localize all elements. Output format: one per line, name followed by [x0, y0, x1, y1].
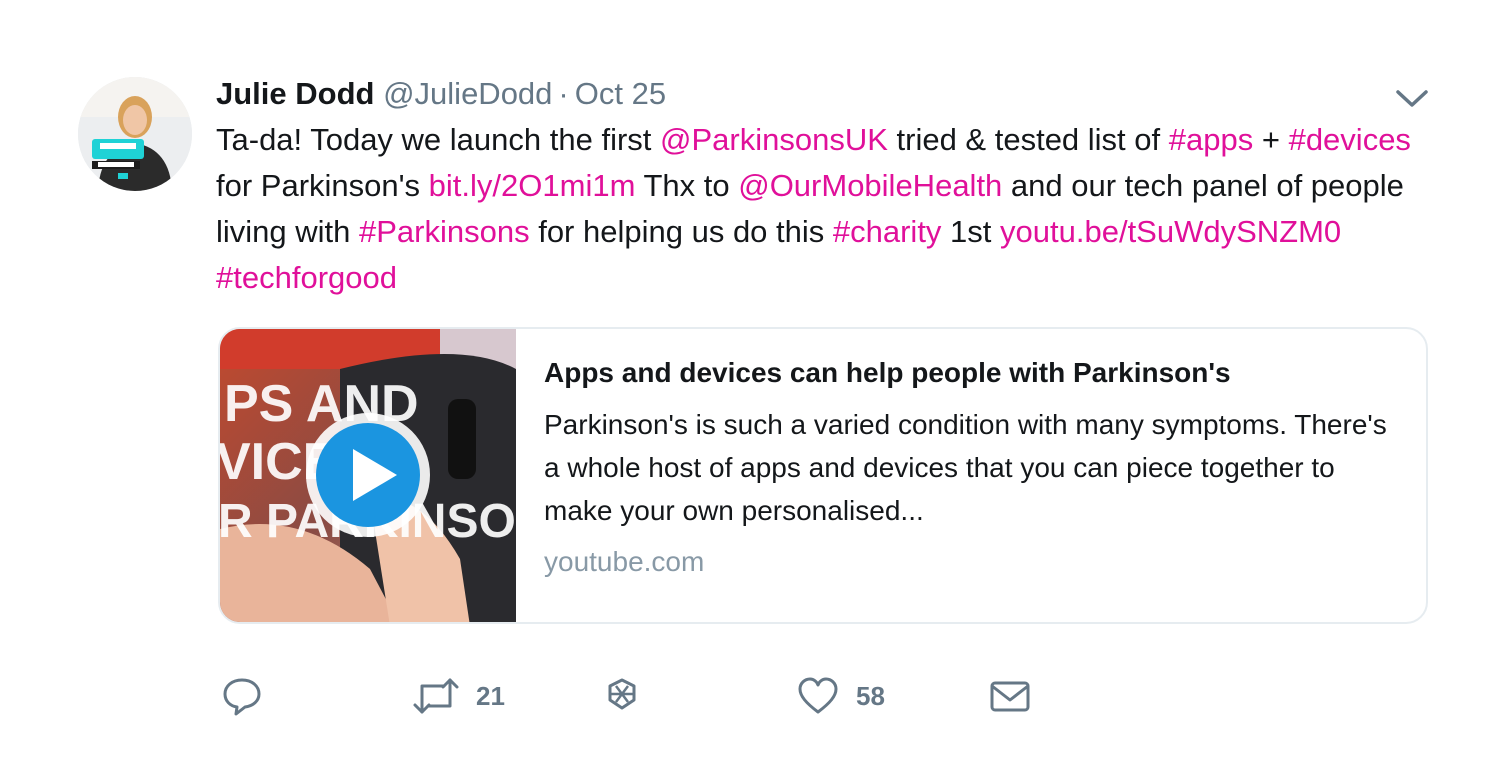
hashtag-link[interactable]: #devices	[1289, 122, 1411, 157]
video-thumbnail[interactable]: PS AND VICES R PARKINSO	[220, 329, 516, 622]
tweet-header: Julie Dodd @JulieDodd · Oct 25	[216, 70, 1431, 118]
link-preview-card[interactable]: PS AND VICES R PARKINSO Apps and devices…	[218, 327, 1428, 624]
tweet-body: Julie Dodd @JulieDodd · Oct 25 Ta-da! Toda…	[216, 70, 1431, 301]
tweet-action-bar: 21 58	[220, 672, 1120, 720]
author-name[interactable]: Julie Dodd	[216, 76, 374, 111]
retweet-count: 21	[476, 680, 505, 711]
card-domain: youtube.com	[544, 546, 705, 577]
like-button[interactable]: 58	[796, 672, 885, 720]
heart-icon	[798, 677, 838, 714]
tweet-text-segment: for helping us do this	[529, 214, 833, 249]
mention-link[interactable]: @OurMobileHealth	[738, 168, 1002, 203]
card-description: Parkinson's is such a varied condition w…	[544, 409, 1387, 526]
hashtag-link[interactable]: #apps	[1169, 122, 1253, 157]
like-count: 58	[856, 680, 885, 711]
tweet-text: Ta-da! Today we launch the first @Parkin…	[216, 117, 1431, 301]
moment-button[interactable]	[602, 672, 642, 720]
avatar-image	[78, 77, 192, 191]
url-link[interactable]: youtu.be/tSuWdySNZM0	[1000, 214, 1341, 249]
card-content: Apps and devices can help people with Pa…	[544, 351, 1410, 582]
retweet-icon	[413, 678, 459, 714]
tweet-text-segment: 1st	[941, 214, 1001, 249]
direct-message-button[interactable]	[988, 672, 1032, 720]
tweet-text-segment: for Parkinson's	[216, 168, 429, 203]
tweet-timestamp[interactable]: Oct 25	[575, 76, 666, 111]
moment-icon	[608, 678, 636, 710]
reply-icon	[223, 678, 261, 716]
envelope-icon	[990, 681, 1030, 712]
tweet-text-segment: Thx to	[635, 168, 739, 203]
hashtag-link[interactable]: #charity	[833, 214, 942, 249]
author-handle[interactable]: @JulieDodd	[383, 76, 552, 111]
tweet-text-segment: tried & tested list of	[887, 122, 1169, 157]
retweet-button[interactable]: 21	[412, 672, 505, 720]
play-button-icon[interactable]	[306, 413, 430, 537]
avatar[interactable]	[78, 77, 192, 191]
hashtag-link[interactable]: #Parkinsons	[359, 214, 530, 249]
mention-link[interactable]: @ParkinsonsUK	[660, 122, 888, 157]
header-separator: ·	[558, 76, 569, 111]
hashtag-link[interactable]: #techforgood	[216, 260, 397, 295]
tweet-text-segment: +	[1253, 122, 1289, 157]
card-title: Apps and devices can help people with Pa…	[544, 357, 1231, 388]
reply-button[interactable]	[220, 672, 264, 720]
tweet-text-segment: Ta-da! Today we launch the first	[216, 122, 661, 157]
url-link[interactable]: bit.ly/2O1mi1m	[429, 168, 636, 203]
